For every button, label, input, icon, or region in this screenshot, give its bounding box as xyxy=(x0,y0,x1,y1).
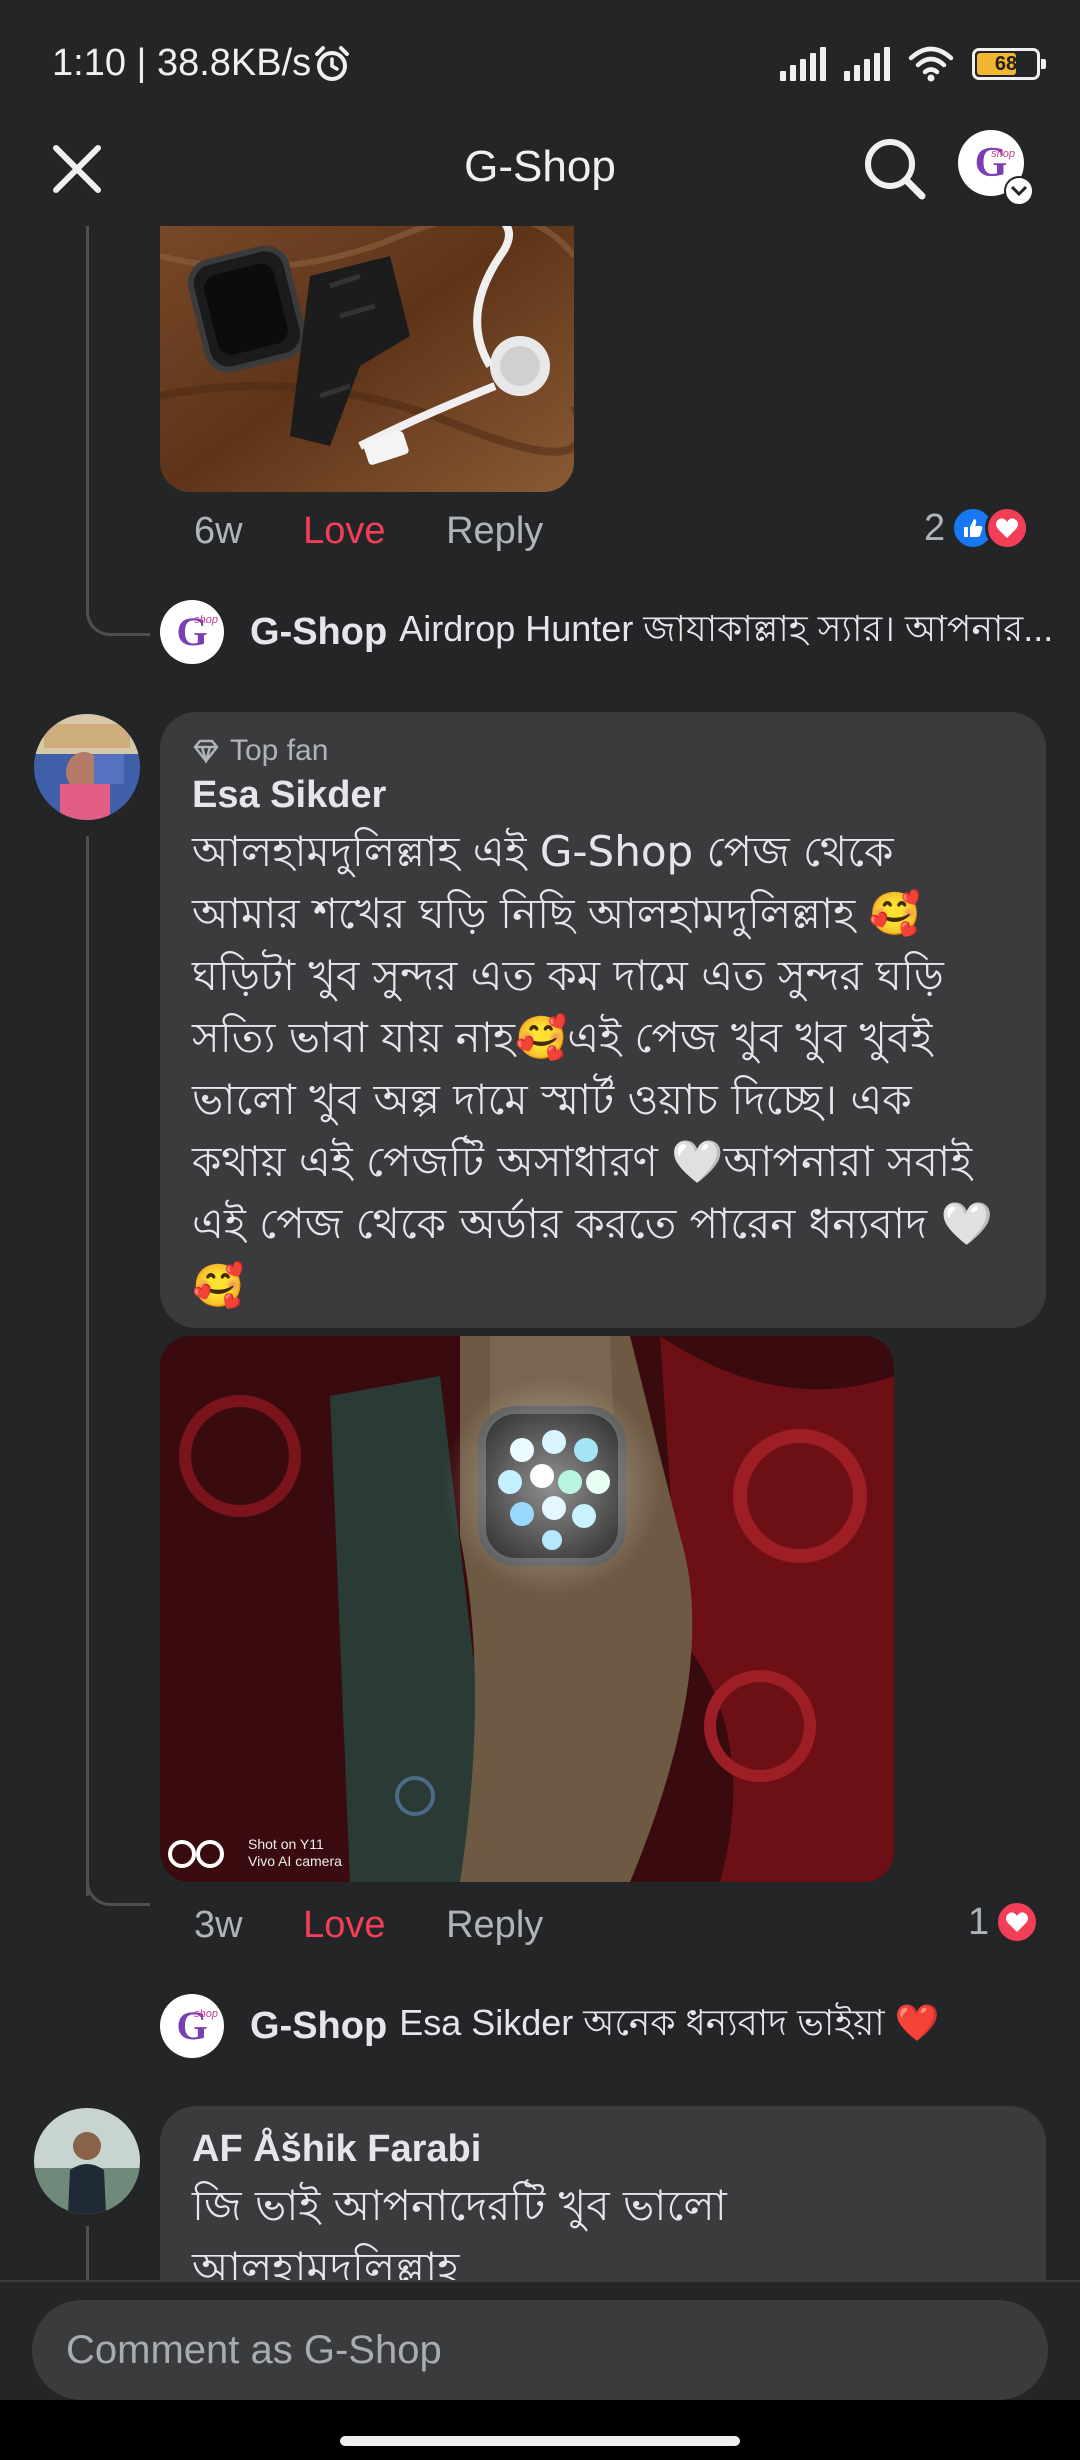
love-button[interactable]: Love xyxy=(303,1904,385,1946)
gshop-logo-avatar: Gshop xyxy=(160,600,224,664)
reply-text: Esa Sikder অনেক ধন্যবাদ ভাইয়া ❤️ xyxy=(399,2002,940,2043)
thread-connector xyxy=(86,1866,150,1906)
status-bar: 1:10 | 38.8KB/s 68 xyxy=(0,0,1080,120)
status-time: 1:10 | 38.8KB/s xyxy=(52,42,312,84)
watermark-line-1: Shot on Y11 xyxy=(248,1836,324,1852)
comments-feed[interactable]: 6w Love Reply 2 Gshop G-Shop Airdrop Hun… xyxy=(0,226,1080,2280)
chevron-down-icon xyxy=(1004,176,1034,206)
reaction-summary[interactable]: 1 xyxy=(968,1900,1040,1944)
search-button[interactable] xyxy=(860,134,930,204)
profile-switcher-button[interactable]: Gshop xyxy=(958,130,1034,206)
reply-button[interactable]: Reply xyxy=(446,510,543,552)
comment-input[interactable] xyxy=(32,2300,1048,2400)
thread-line xyxy=(86,2226,89,2280)
badge-label: Top fan xyxy=(230,734,329,767)
gshop-logo-avatar: Gshop xyxy=(160,1994,224,2058)
comment-author[interactable]: Esa Sikder xyxy=(192,774,1014,817)
reply-text: Airdrop Hunter জাযাকাল্লাহ স্যার। আপনার.… xyxy=(399,608,1054,649)
photo-watermark: Shot on Y11 Vivo AI camera xyxy=(248,1836,342,1870)
alarm-icon xyxy=(315,46,349,81)
wifi-icon xyxy=(908,46,954,82)
comment-bubble[interactable]: AF Åšhik Farabi জি ভাই আপনাদেরটি খুব ভাল… xyxy=(160,2106,1046,2280)
diamond-icon xyxy=(193,739,219,763)
home-gesture-bar[interactable] xyxy=(340,2436,740,2446)
love-button[interactable]: Love xyxy=(303,510,385,552)
top-fan-badge: Top fan xyxy=(192,734,1014,768)
system-nav-bar xyxy=(0,2400,1080,2460)
love-reaction-icon xyxy=(985,506,1030,550)
thread-connector xyxy=(86,226,150,636)
avatar[interactable] xyxy=(34,714,140,820)
signal-icon xyxy=(780,47,826,81)
battery-icon: 68 xyxy=(972,48,1046,80)
reaction-count: 1 xyxy=(968,1900,990,1943)
comment-composer xyxy=(0,2280,1080,2400)
page-reply[interactable]: Gshop G-Shop Airdrop Hunter জাযাকাল্লাহ … xyxy=(160,600,1060,664)
comment-age: 3w xyxy=(194,1904,243,1946)
reply-button[interactable]: Reply xyxy=(446,1904,543,1946)
signal-icon-2 xyxy=(844,47,890,81)
reaction-summary[interactable]: 2 xyxy=(924,506,1030,550)
comment-bubble[interactable]: Top fan Esa Sikder আলহামদুলিল্লাহ এই G-S… xyxy=(160,712,1046,1328)
comment-actions: 6w Love Reply xyxy=(194,510,543,553)
search-icon xyxy=(865,139,926,200)
love-reaction-icon xyxy=(995,1900,1040,1944)
comment-text: আলহামদুলিল্লাহ এই G-Shop পেজ থেকে আমার শ… xyxy=(192,827,993,1310)
reply-author[interactable]: G-Shop xyxy=(250,611,387,654)
battery-level: 68 xyxy=(994,52,1018,75)
reaction-count: 2 xyxy=(924,506,946,549)
page-reply[interactable]: Gshop G-Shop Esa Sikder অনেক ধন্যবাদ ভাই… xyxy=(160,1994,1060,2058)
top-app-bar: G-Shop Gshop xyxy=(0,120,1080,226)
comment-author[interactable]: AF Åšhik Farabi xyxy=(192,2128,1014,2171)
comment-photo-watch-box[interactable] xyxy=(160,226,574,492)
avatar[interactable] xyxy=(34,2108,140,2214)
comment-age: 6w xyxy=(194,510,243,552)
reply-author[interactable]: G-Shop xyxy=(250,2005,387,2048)
watermark-line-2: Vivo AI camera xyxy=(248,1853,342,1869)
comment-actions: 3w Love Reply xyxy=(194,1904,543,1947)
comment-photo-smartwatch[interactable]: Shot on Y11 Vivo AI camera xyxy=(160,1336,894,1882)
comment-text: জি ভাই আপনাদেরটি খুব ভালো আলহামদুলিল্লাহ xyxy=(192,2181,727,2280)
thread-line xyxy=(86,836,89,1896)
